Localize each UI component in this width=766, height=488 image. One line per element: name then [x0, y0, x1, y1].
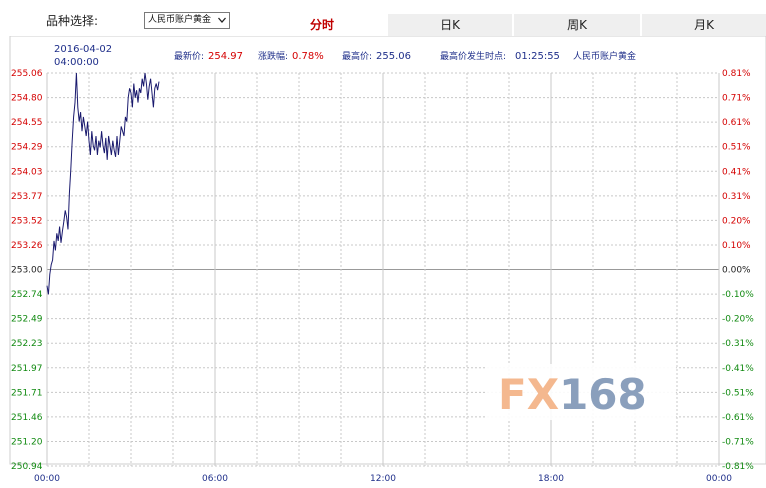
y-tick-label: 254.03	[11, 167, 43, 177]
y-tick-label: 252.49	[11, 315, 43, 325]
product-select[interactable]: 人民币账户黄金	[144, 12, 230, 29]
y-tick-label-pct: -0.51%	[722, 388, 754, 398]
y-tick-label: 253.52	[11, 216, 43, 226]
y-tick-label: 251.46	[11, 413, 43, 423]
y-tick-label-pct: -0.31%	[722, 339, 754, 349]
y-tick-label: 253.00	[11, 266, 43, 276]
y-tick-label: 251.20	[11, 437, 43, 447]
tab-intraday[interactable]: 分时	[258, 14, 386, 36]
y-tick-label: 254.80	[11, 94, 43, 104]
info-date: 2016-04-02	[54, 44, 112, 55]
y-tick-label-pct: -0.10%	[722, 290, 754, 300]
product-name: 人民币账户黄金	[573, 50, 636, 62]
y-tick-label: 254.55	[11, 118, 43, 128]
y-tick-label-pct: 0.51%	[722, 143, 751, 153]
x-tick-label: 18:00	[538, 474, 564, 484]
high-time-value: 01:25:55	[515, 51, 560, 62]
tab-weekly-k[interactable]: 周K	[514, 14, 640, 36]
y-tick-label: 252.74	[11, 290, 43, 300]
high-price-label: 最高价:	[342, 50, 372, 62]
watermark-fx: FX168	[498, 370, 647, 419]
product-select-value: 人民币账户黄金	[148, 15, 212, 25]
y-tick-label-pct: 0.61%	[722, 118, 751, 128]
y-tick-label: 253.77	[11, 192, 43, 202]
y-tick-label-pct: 0.10%	[722, 241, 751, 251]
y-tick-label-pct: 0.31%	[722, 192, 751, 202]
y-tick-label: 251.97	[11, 364, 43, 374]
change-value: 0.78%	[292, 51, 324, 62]
y-tick-label-pct: 0.71%	[722, 94, 751, 104]
y-tick-label-pct: 0.20%	[722, 216, 751, 226]
y-tick-label: 255.06	[11, 69, 43, 79]
tab-daily-k[interactable]: 日K	[388, 14, 512, 36]
y-tick-label: 253.26	[11, 241, 43, 251]
y-tick-label-pct: 0.81%	[722, 69, 751, 79]
y-tick-label-pct: -0.81%	[722, 462, 754, 472]
y-tick-label-pct: -0.61%	[722, 413, 754, 423]
y-tick-label-pct: -0.71%	[722, 437, 754, 447]
top-bar: 品种选择: 人民币账户黄金 分时 日K 周K 月K	[0, 0, 766, 36]
product-selector-label: 品种选择:	[46, 14, 99, 28]
change-label: 涨跌幅:	[258, 50, 288, 62]
latest-price-label: 最新价:	[174, 50, 204, 62]
high-time-label: 最高价发生时点:	[440, 50, 506, 62]
high-price-value: 255.06	[376, 51, 411, 62]
y-tick-label-pct: 0.41%	[722, 167, 751, 177]
x-tick-label: 06:00	[202, 474, 228, 484]
y-tick-label: 250.94	[11, 462, 43, 472]
y-tick-label-pct: 0.00%	[722, 266, 751, 276]
y-tick-label: 252.23	[11, 339, 43, 349]
x-tick-label: 00:00	[34, 474, 60, 484]
y-tick-label: 254.29	[11, 143, 43, 153]
y-tick-label-pct: -0.41%	[722, 364, 754, 374]
fx168-watermark: FX168	[486, 364, 676, 420]
y-tick-label-pct: -0.20%	[722, 315, 754, 325]
intraday-chart: 2016-04-02 04:00:00 最新价: 254.97 涨跌幅: 0.7…	[0, 36, 766, 488]
x-tick-label: 12:00	[370, 474, 396, 484]
y-tick-label: 251.71	[11, 388, 43, 398]
latest-price-value: 254.97	[208, 51, 243, 62]
info-time: 04:00:00	[54, 57, 99, 68]
chevron-down-icon	[218, 17, 226, 23]
x-tick-label: 00:00	[706, 474, 732, 484]
tab-monthly-k[interactable]: 月K	[642, 14, 766, 36]
